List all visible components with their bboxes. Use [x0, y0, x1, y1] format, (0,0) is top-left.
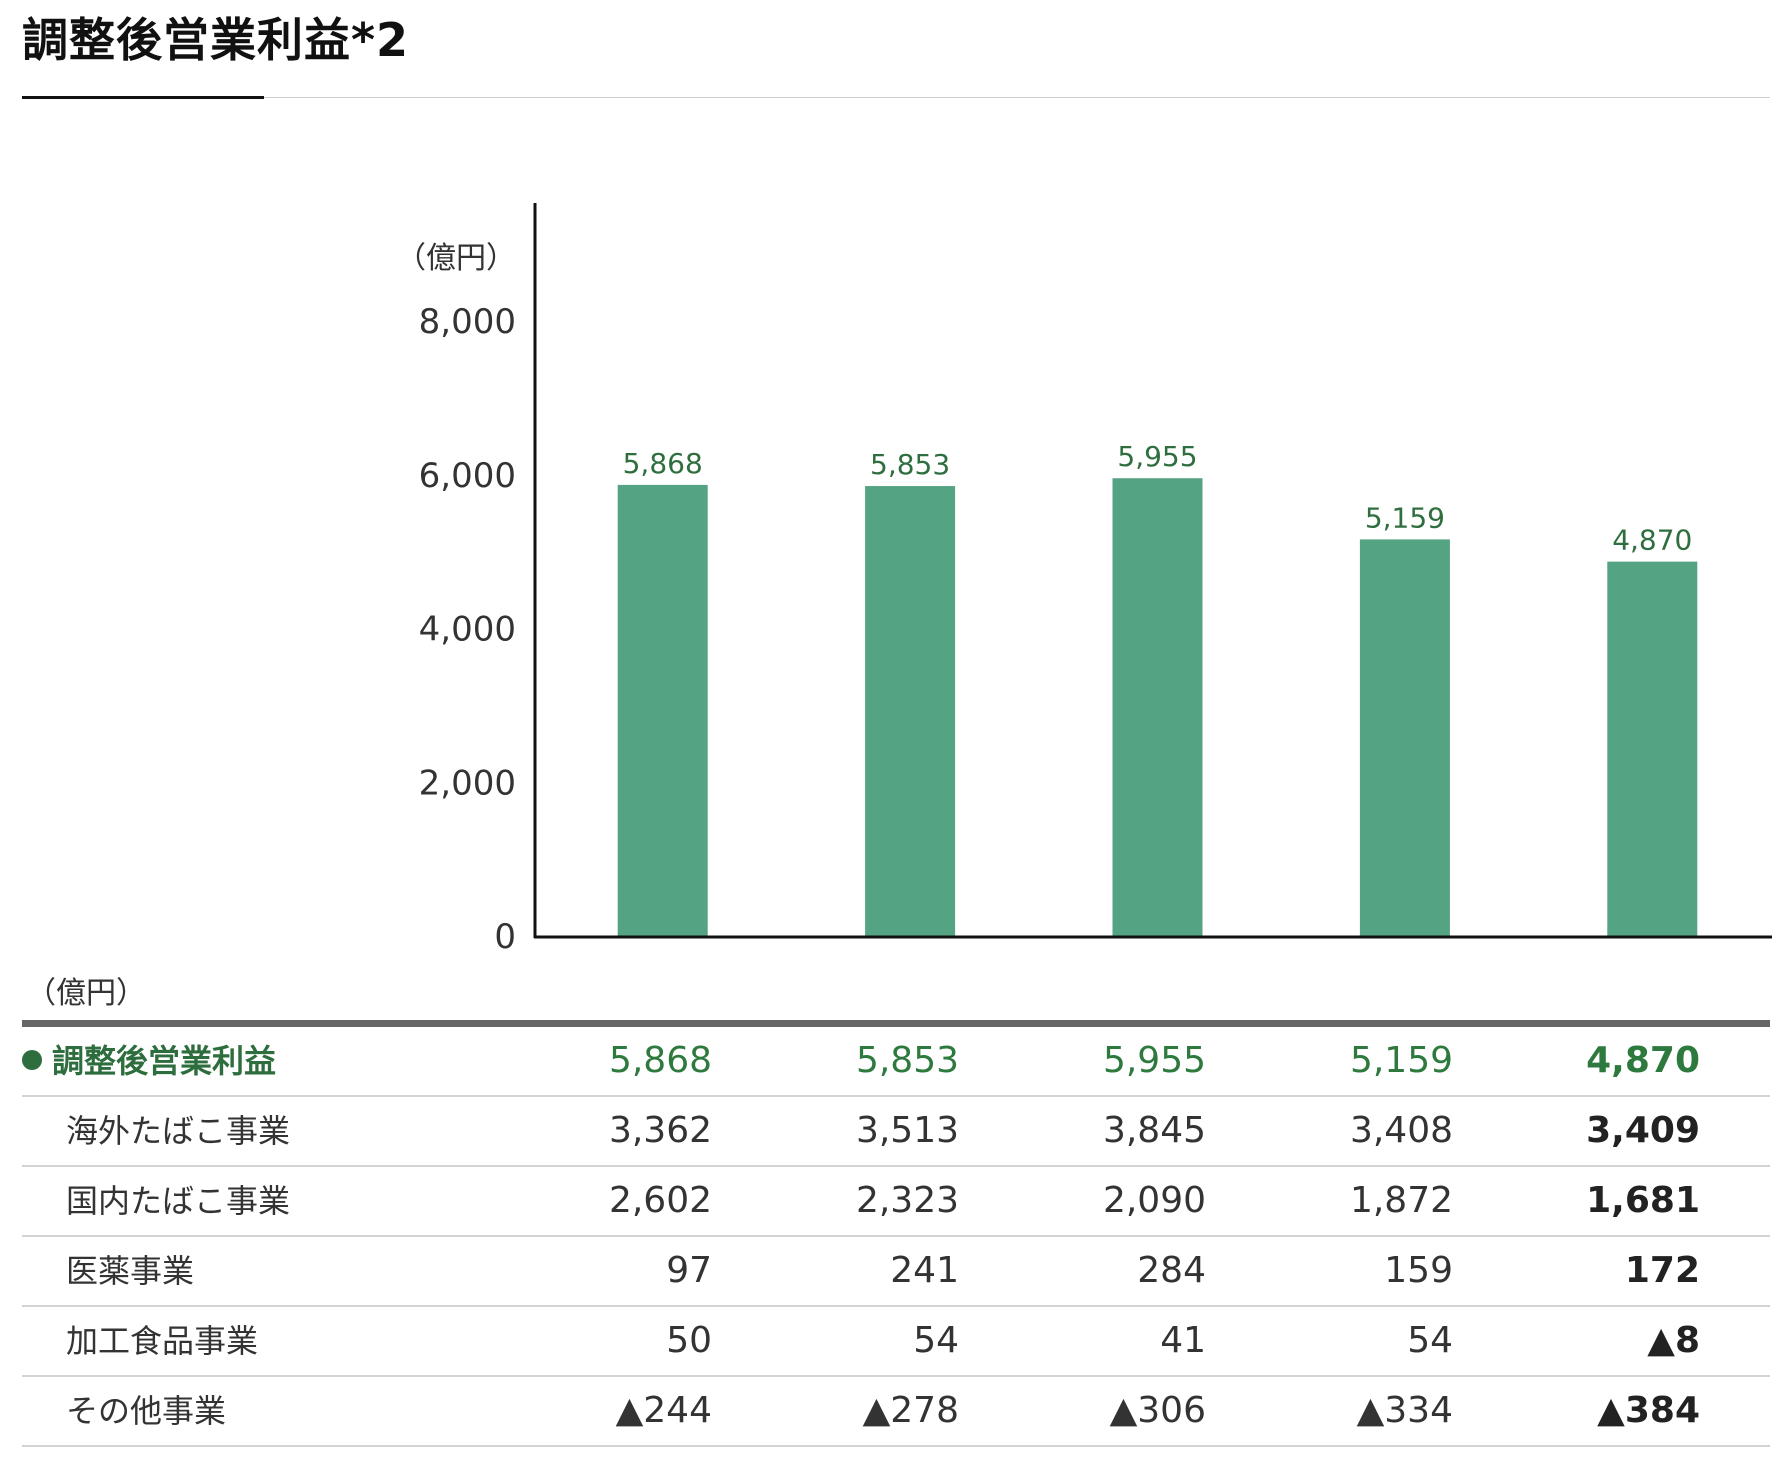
- bar: [617, 484, 708, 936]
- bar-value-label: 5,868: [623, 447, 703, 480]
- data-table: 調整後営業利益 5,868 5,853 5,955 5,159 4,870 海外たばこ事業 3…: [22, 1027, 1770, 1447]
- table-cell: 3,408: [1349, 1110, 1453, 1151]
- bar: [865, 486, 956, 936]
- table-top-divider: [22, 1020, 1770, 1027]
- table-row: 医薬事業 97 241 284 159 172: [22, 1237, 1770, 1307]
- row-label: その他事業: [66, 1377, 226, 1445]
- table-cell: 1,872: [1349, 1180, 1453, 1221]
- y-tick-label: 2,000: [419, 763, 516, 803]
- table-cell: ▲384: [1597, 1390, 1700, 1431]
- table-cell: 172: [1624, 1250, 1700, 1291]
- row-label-text: 国内たばこ事業: [66, 1182, 291, 1220]
- table-cell: 97: [666, 1250, 712, 1291]
- y-tick-label: 8,000: [419, 302, 516, 342]
- table-cell: 1,681: [1586, 1180, 1700, 1221]
- table-cell: 41: [1160, 1320, 1206, 1361]
- row-label-text: 海外たばこ事業: [66, 1112, 291, 1150]
- table-cell: 3,409: [1586, 1110, 1700, 1151]
- table-cell: 5,159: [1349, 1040, 1453, 1081]
- bar: [1112, 478, 1203, 936]
- row-label: 国内たばこ事業: [66, 1167, 290, 1235]
- table-cell: 5,868: [608, 1040, 712, 1081]
- table-row: その他事業 ▲244 ▲278 ▲306 ▲334 ▲384: [22, 1377, 1770, 1447]
- table-cell: 3,362: [608, 1110, 712, 1151]
- legend-dot-icon: [22, 1050, 42, 1070]
- table-cell: 5,853: [855, 1040, 959, 1081]
- table-cell: 3,513: [855, 1110, 959, 1151]
- table-cell: 241: [890, 1250, 959, 1291]
- table-cell: ▲334: [1356, 1390, 1453, 1431]
- table-row: 調整後営業利益 5,868 5,853 5,955 5,159 4,870: [22, 1027, 1770, 1097]
- bar-value-label: 5,159: [1365, 501, 1445, 534]
- row-label: 調整後営業利益: [22, 1027, 276, 1095]
- row-label-text: 加工食品事業: [66, 1322, 259, 1360]
- bar-value-label: 5,853: [870, 448, 950, 481]
- y-axis-ticks: 0 2,000 4,000 6,000 8,000: [419, 302, 516, 957]
- table-cell: 284: [1137, 1250, 1206, 1291]
- table-cell: 50: [666, 1320, 712, 1361]
- table-unit-label: （億円）: [26, 976, 146, 1011]
- bar: [1607, 561, 1698, 936]
- row-label-text: その他事業: [66, 1392, 227, 1430]
- table-cell: 2,602: [608, 1180, 712, 1221]
- bars: [617, 478, 1698, 936]
- table-cell: 2,090: [1102, 1180, 1206, 1221]
- y-tick-label: 0: [494, 917, 516, 957]
- row-label-text: 医薬事業: [66, 1252, 195, 1290]
- y-tick-label: 4,000: [419, 610, 516, 650]
- y-axis-unit-label: （億円）: [396, 241, 516, 276]
- table-row: 海外たばこ事業 3,362 3,513 3,845 3,408 3,409: [22, 1097, 1770, 1167]
- table-cell: ▲244: [615, 1390, 712, 1431]
- bar: [1359, 539, 1450, 936]
- table-cell: 54: [913, 1320, 959, 1361]
- table-cell: 54: [1407, 1320, 1453, 1361]
- table-row: 国内たばこ事業 2,602 2,323 2,090 1,872 1,681: [22, 1167, 1770, 1237]
- row-label-text: 調整後営業利益: [52, 1042, 277, 1080]
- table-cell: ▲306: [1109, 1390, 1206, 1431]
- table-cell: ▲8: [1647, 1320, 1700, 1361]
- y-tick-label: 6,000: [419, 456, 516, 496]
- table-row: 加工食品事業 50 54 41 54 ▲8: [22, 1307, 1770, 1377]
- row-label: 海外たばこ事業: [66, 1097, 290, 1165]
- bar-value-label: 4,870: [1612, 524, 1692, 557]
- bar-chart: （億円） 0 2,000 4,000 6,000 8,000 5,868 5,853 5,9…: [396, 203, 1772, 957]
- row-label: 医薬事業: [66, 1237, 194, 1305]
- table-cell: 4,870: [1586, 1040, 1700, 1081]
- table-cell: 5,955: [1102, 1040, 1206, 1081]
- table-cell: 3,845: [1102, 1110, 1206, 1151]
- table-cell: 2,323: [855, 1180, 959, 1221]
- bar-value-label: 5,955: [1117, 440, 1197, 473]
- row-label: 加工食品事業: [66, 1307, 258, 1375]
- table-cell: 159: [1384, 1250, 1453, 1291]
- table-cell: ▲278: [862, 1390, 959, 1431]
